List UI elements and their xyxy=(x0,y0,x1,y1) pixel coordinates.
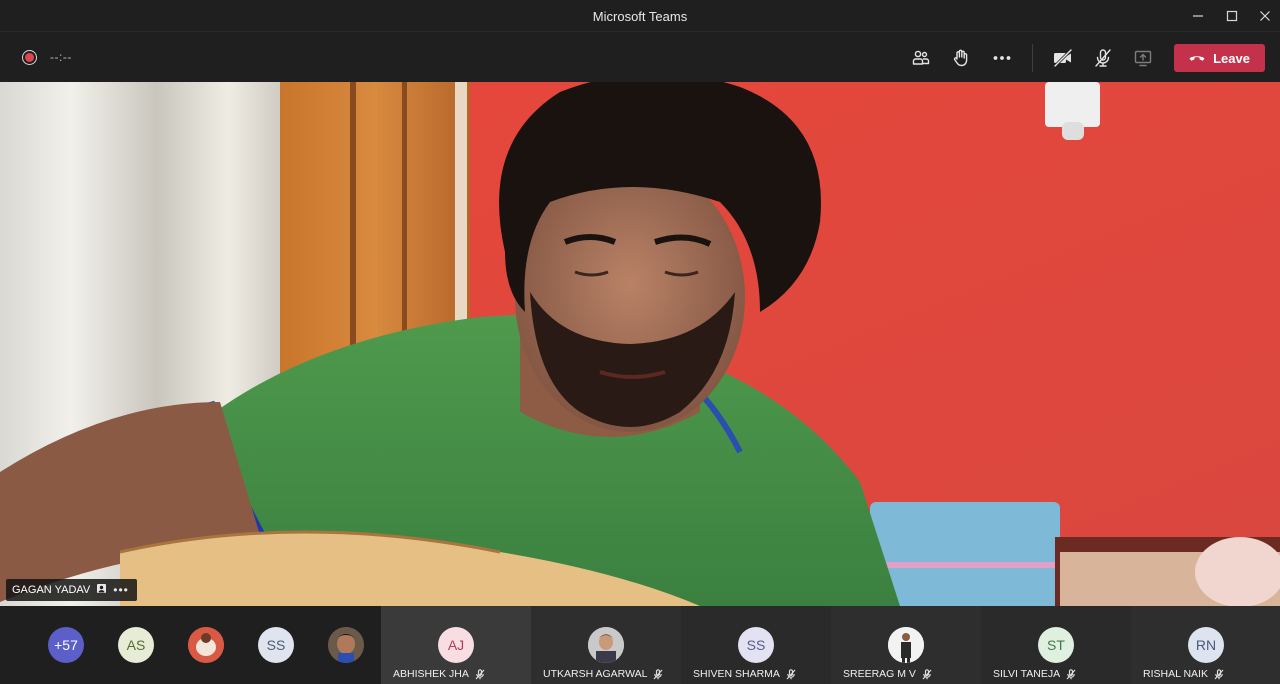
participant-name-row: RISHAL NAIK xyxy=(1143,668,1224,680)
participant-avatar: ST xyxy=(1038,627,1074,663)
participant-tile[interactable]: SREERAG M V xyxy=(831,606,981,684)
participant-tile[interactable]: SS SHIVEN SHARMA xyxy=(681,606,831,684)
participant-name: RISHAL NAIK xyxy=(1143,668,1208,680)
mic-muted-icon xyxy=(654,668,663,679)
participant-name-row: SILVI TANEJA xyxy=(993,668,1076,680)
participant-avatar: AJ xyxy=(438,627,474,663)
maximize-icon xyxy=(1226,10,1238,22)
participant-name-row: SHIVEN SHARMA xyxy=(693,668,796,680)
participant-tile[interactable]: AJ ABHISHEK JHA xyxy=(381,606,531,684)
participant-avatar xyxy=(588,627,624,663)
participant-strip: +57 AS SS AJ ABHISHEK JHA UTKARSH AGARWAL S… xyxy=(0,606,1280,684)
participant-name: SREERAG M V xyxy=(843,668,916,680)
raise-hand-icon xyxy=(953,49,968,67)
speaker-name: GAGAN YADAV xyxy=(12,584,91,596)
pin-icon[interactable] xyxy=(96,583,107,597)
speaker-more-options-icon[interactable]: ••• xyxy=(113,583,129,597)
participant-tile[interactable]: UTKARSH AGARWAL xyxy=(531,606,681,684)
window-title: Microsoft Teams xyxy=(592,9,688,24)
minimize-button[interactable] xyxy=(1187,5,1209,27)
close-button[interactable] xyxy=(1254,5,1276,27)
mic-muted-icon xyxy=(786,668,796,679)
minimize-icon xyxy=(1193,15,1203,17)
recording-indicator-icon xyxy=(22,50,37,65)
camera-off-icon xyxy=(1053,48,1073,68)
participant-video-feed xyxy=(0,82,1280,606)
participant-tile[interactable]: RN RISHAL NAIK xyxy=(1131,606,1280,684)
participant-name-row: SREERAG M V xyxy=(843,668,932,680)
mic-muted-icon xyxy=(1095,49,1111,67)
participant-name: SHIVEN SHARMA xyxy=(693,668,780,680)
raise-hand-button[interactable] xyxy=(949,46,973,70)
participant-avatar-photo[interactable] xyxy=(328,627,364,663)
share-tray-button[interactable] xyxy=(1131,46,1155,70)
share-screen-icon xyxy=(1134,50,1152,67)
more-actions-button[interactable] xyxy=(990,46,1014,70)
more-actions-icon xyxy=(993,56,1011,60)
participant-avatar-as[interactable]: AS xyxy=(118,627,154,663)
control-divider xyxy=(1032,44,1033,72)
participant-name-row: UTKARSH AGARWAL xyxy=(543,668,663,680)
participant-avatar: RN xyxy=(1188,627,1224,663)
participant-avatar: SS xyxy=(738,627,774,663)
main-video-stage[interactable]: GAGAN YADAV ••• xyxy=(0,82,1280,606)
overflow-count-badge[interactable]: +57 xyxy=(48,627,84,663)
mic-muted-icon xyxy=(1066,668,1076,679)
end-call-icon xyxy=(1189,56,1205,61)
maximize-button[interactable] xyxy=(1221,5,1243,27)
speaker-name-tag: GAGAN YADAV ••• xyxy=(6,579,137,601)
show-participants-button[interactable] xyxy=(909,46,933,70)
mic-muted-icon xyxy=(1214,668,1224,679)
mic-muted-icon xyxy=(922,668,932,679)
participant-avatar-ss[interactable]: SS xyxy=(258,627,294,663)
participant-name: SILVI TANEJA xyxy=(993,668,1061,680)
participant-avatar xyxy=(888,627,924,663)
participant-avatar-photo[interactable] xyxy=(188,627,224,663)
close-icon xyxy=(1260,11,1270,21)
people-icon xyxy=(912,50,930,65)
leave-label: Leave xyxy=(1213,50,1250,66)
leave-button[interactable]: Leave xyxy=(1174,44,1265,72)
meeting-control-bar: --:-- Leave xyxy=(0,33,1280,82)
participant-name-row: ABHISHEK JHA xyxy=(393,668,485,680)
title-bar: Microsoft Teams xyxy=(0,0,1280,32)
participant-tile[interactable]: ST SILVI TANEJA xyxy=(981,606,1131,684)
participant-name: ABHISHEK JHA xyxy=(393,668,469,680)
mic-muted-icon xyxy=(475,668,485,679)
meeting-timer: --:-- xyxy=(50,50,72,64)
participant-name: UTKARSH AGARWAL xyxy=(543,668,648,680)
camera-toggle-button[interactable] xyxy=(1051,46,1075,70)
mic-toggle-button[interactable] xyxy=(1091,46,1115,70)
